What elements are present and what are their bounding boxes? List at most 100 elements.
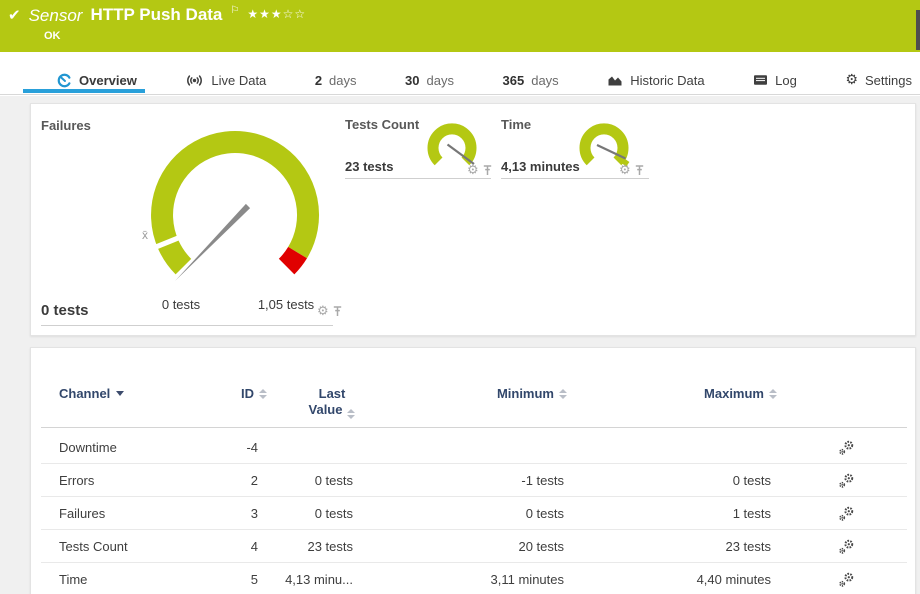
channel-name: Failures <box>59 497 105 530</box>
sort-icon <box>769 389 777 399</box>
channel-name: Errors <box>59 464 94 497</box>
tab-label: Overview <box>79 73 137 88</box>
failures-widget-actions: ⚙ <box>317 305 342 318</box>
tab-2-days[interactable]: 2 days <box>315 73 357 88</box>
tab-label: days <box>427 73 454 88</box>
sensor-header: ✔ Sensor HTTP Push Data ⚐ ★★★☆☆ OK <box>0 0 920 52</box>
status-badge: OK <box>44 30 61 42</box>
priority-stars[interactable]: ★★★☆☆ <box>247 7 306 21</box>
sort-descending-icon <box>116 391 124 396</box>
channel-id: 4 <box>161 530 258 563</box>
widget-settings-icon[interactable]: ⚙ <box>317 305 329 318</box>
table-row: Errors 2 0 tests -1 tests 0 tests <box>41 464 907 497</box>
table-row: Downtime -4 <box>41 431 907 464</box>
channel-last-value: 0 tests <box>256 497 353 530</box>
object-kind-label: Sensor <box>29 6 83 26</box>
failures-current-value: 0 tests <box>41 302 89 319</box>
table-row: Time 5 4,13 minu... 3,11 minutes 4,40 mi… <box>41 563 907 594</box>
channel-settings-icon[interactable] <box>838 506 855 522</box>
channel-settings-icon[interactable] <box>838 473 855 489</box>
failures-gauge-label: Failures <box>41 118 91 133</box>
channel-name: Downtime <box>59 431 117 464</box>
widget-settings-icon[interactable]: ⚙ <box>467 164 479 177</box>
sort-icon <box>559 389 567 399</box>
stars-empty-icon[interactable]: ☆☆ <box>283 7 307 21</box>
gauge-arc-green <box>162 142 308 267</box>
average-marker-label: x̄ <box>142 228 148 242</box>
tab-number: 2 <box>315 73 322 88</box>
table-row: Failures 3 0 tests 0 tests 1 tests <box>41 497 907 530</box>
tab-label: Settings <box>865 73 912 88</box>
column-header-maximum[interactable]: Maximum <box>641 386 777 401</box>
column-header-id[interactable]: ID <box>171 386 267 401</box>
tab-historic-data[interactable]: Historic Data <box>607 73 704 88</box>
channel-last-value: 4,13 minu... <box>256 563 353 594</box>
column-header-label: Channel <box>59 386 110 401</box>
gauge-scale-max: 1,05 tests <box>258 297 314 312</box>
tab-label: Log <box>775 73 797 88</box>
channel-settings-icon[interactable] <box>838 539 855 555</box>
channel-settings-icon[interactable] <box>838 440 855 456</box>
tab-label: days <box>329 73 356 88</box>
status-check-icon: ✔ <box>8 6 21 24</box>
channel-minimum: -1 tests <box>421 464 564 497</box>
channel-last-value: 23 tests <box>256 530 353 563</box>
channel-maximum: 4,40 minutes <box>631 563 771 594</box>
time-current-value: 4,13 minutes <box>501 159 580 174</box>
tab-label: Historic Data <box>630 73 704 88</box>
channel-id: -4 <box>161 431 258 464</box>
pin-icon[interactable] <box>483 165 492 176</box>
pin-icon[interactable] <box>333 306 342 317</box>
tab-365-days[interactable]: 365 days <box>503 73 559 88</box>
flag-icon[interactable]: ⚐ <box>230 5 239 16</box>
widget-divider <box>501 178 649 179</box>
channel-name: Tests Count <box>59 530 128 563</box>
tab-settings[interactable]: ⚙ Settings <box>845 73 912 88</box>
sort-icon <box>347 409 355 419</box>
tests-count-gauge-label: Tests Count <box>345 117 419 132</box>
table-header-divider <box>41 427 907 428</box>
column-header-label: ID <box>241 386 254 401</box>
channel-id: 3 <box>161 497 258 530</box>
channel-minimum: 20 tests <box>421 530 564 563</box>
gauges-panel: Failures x̄ 0 tests 1,05 tests 0 tests ⚙… <box>30 103 916 336</box>
time-widget-actions: ⚙ <box>619 164 644 177</box>
page-title: HTTP Push Data <box>90 5 222 25</box>
column-header-minimum[interactable]: Minimum <box>431 386 567 401</box>
channel-minimum: 3,11 minutes <box>421 563 564 594</box>
column-header-label: Last <box>271 386 393 402</box>
tab-number: 30 <box>405 73 419 88</box>
gauge-arc-red <box>287 253 298 267</box>
tab-30-days[interactable]: 30 days <box>405 73 454 88</box>
tab-label: days <box>531 73 558 88</box>
scrollbar-thumb[interactable] <box>916 10 920 50</box>
channel-maximum: 0 tests <box>631 464 771 497</box>
table-row: Tests Count 4 23 tests 20 tests 23 tests <box>41 530 907 563</box>
pin-icon[interactable] <box>635 165 644 176</box>
column-header-last-value[interactable]: Last Value <box>271 386 393 418</box>
widget-settings-icon[interactable]: ⚙ <box>619 164 631 177</box>
gauge-scale-min: 0 tests <box>162 297 200 312</box>
tab-live-data[interactable]: Live Data <box>185 73 266 88</box>
tests-count-widget-actions: ⚙ <box>467 164 492 177</box>
channel-id: 5 <box>161 563 258 594</box>
gear-icon: ⚙ <box>845 73 858 87</box>
channel-name: Time <box>59 563 87 594</box>
column-header-channel[interactable]: Channel <box>59 386 124 401</box>
active-tab-underline <box>23 89 145 93</box>
tests-count-current-value: 23 tests <box>345 159 393 174</box>
tab-number: 365 <box>503 73 525 88</box>
broadcast-icon <box>185 74 204 87</box>
log-list-icon <box>753 74 768 86</box>
stars-filled-icon[interactable]: ★★★ <box>247 7 282 21</box>
channels-table-panel: Channel ID Last Value Minimum Maximum Do… <box>30 347 916 594</box>
widget-divider <box>345 178 491 179</box>
tab-log[interactable]: Log <box>753 73 797 88</box>
tab-overview[interactable]: Overview <box>57 73 137 88</box>
channel-settings-icon[interactable] <box>838 572 855 588</box>
sensor-title-line: ✔ Sensor HTTP Push Data ⚐ ★★★☆☆ <box>8 5 306 26</box>
failures-gauge <box>141 119 331 309</box>
gauge-arc-green <box>585 129 623 161</box>
channel-id: 2 <box>161 464 258 497</box>
column-header-label: Minimum <box>497 386 554 401</box>
